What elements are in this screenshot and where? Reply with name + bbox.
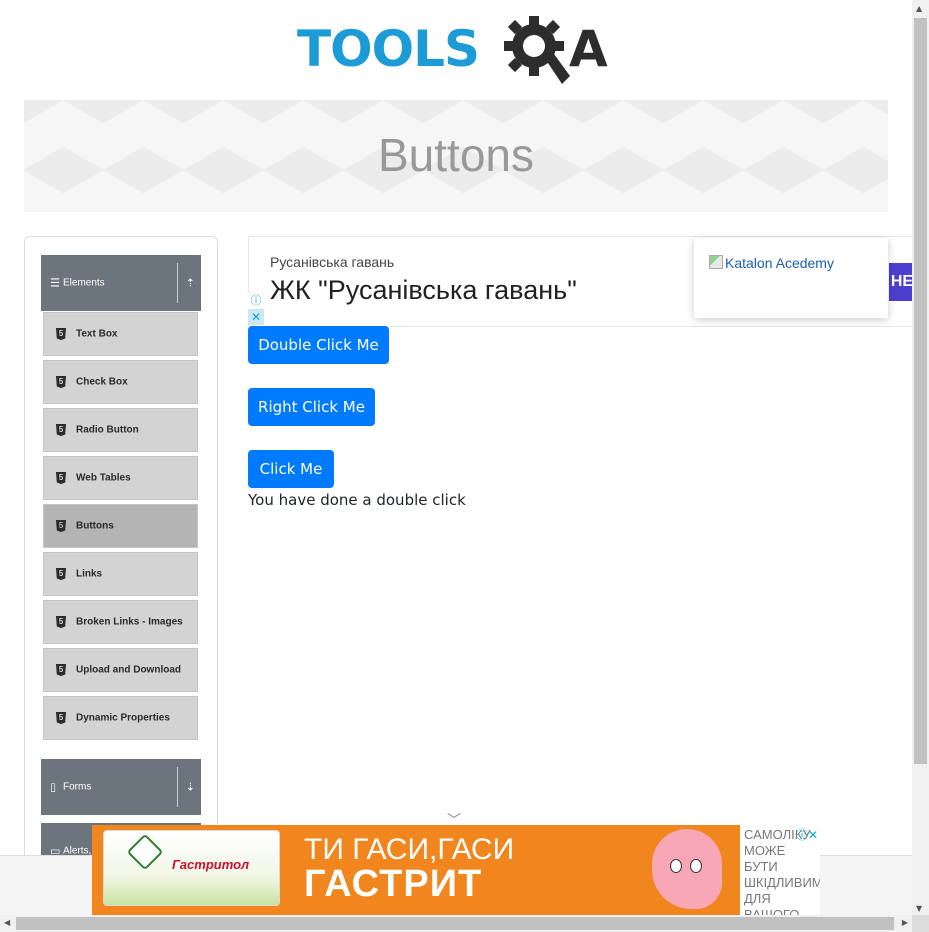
scroll-down-icon[interactable]: ▼ [916, 904, 922, 913]
sidebar-item-text-box[interactable]: 5 Text Box [43, 312, 198, 357]
product-brand: Гастритол [172, 857, 250, 872]
sidebar-item-label: Buttons [76, 520, 114, 532]
sidebar-item-dynamic-properties[interactable]: 5 Dynamic Properties [43, 696, 198, 741]
scroll-left-icon[interactable]: ◀ [4, 918, 10, 927]
sidebar-item-upload-download[interactable]: 5 Upload and Download [43, 648, 198, 693]
double-click-message: You have done a double click [248, 491, 466, 509]
product-package: Гастритол [104, 831, 279, 905]
vertical-scroll-thumb[interactable] [914, 18, 927, 764]
ad-title: ЖК "Русанівська гавань" [270, 275, 577, 305]
right-click-button[interactable]: Right Click Me [248, 388, 375, 426]
html5-icon: 5 [56, 520, 66, 532]
vertical-scrollbar[interactable]: ▲ ▼ [912, 0, 929, 915]
html5-icon: 5 [56, 616, 66, 628]
expand-arrow-icon[interactable]: ⇣ [186, 781, 195, 794]
eye-shape [690, 859, 702, 873]
sidebar-item-links[interactable]: 5 Links [43, 552, 198, 597]
html5-icon: 5 [56, 568, 66, 580]
document-icon: ▯ [50, 781, 57, 794]
group-label-forms: Forms [63, 781, 92, 793]
gear-magnifier-icon [504, 16, 570, 84]
katalon-alt-text: Katalon Acedemy [725, 255, 834, 271]
katalon-image-alt: Katalon Acedemy [709, 255, 834, 271]
stomach-character-image [652, 829, 722, 909]
html5-icon: 5 [56, 664, 66, 676]
html5-icon: 5 [56, 712, 66, 724]
divider [177, 263, 178, 303]
html5-icon: 5 [56, 376, 66, 388]
sidebar: ☰ Elements ⇡ 5 Text Box 5 Check Box 5 Ra… [24, 236, 218, 898]
scroll-right-icon[interactable]: ▶ [902, 918, 908, 927]
sidebar-item-radio-button[interactable]: 5 Radio Button [43, 408, 198, 453]
ad-subtitle: Русанівська гавань [270, 254, 395, 270]
sidebar-item-label: Links [76, 568, 103, 580]
logo-text-tools: TOOLS [297, 20, 480, 78]
sidebar-item-label: Text Box [76, 328, 118, 340]
sidebar-item-label: Broken Links - Images [76, 616, 183, 628]
advertisement-bottom[interactable]: Гастритол ТИ ГАСИ,ГАСИ ГАСТРИТ САМОЛІКУ … [92, 825, 820, 915]
ad-close-icon[interactable]: ✕ [248, 309, 264, 325]
scroll-up-icon[interactable]: ▲ [916, 4, 922, 13]
scrollbar-corner [912, 915, 929, 932]
group-header-elements[interactable]: ☰ Elements ⇡ [41, 255, 201, 311]
logo-text-a: A [569, 20, 608, 78]
hamburger-icon: ☰ [50, 277, 60, 290]
toolsqa-logo[interactable]: TOOLS A [297, 14, 622, 92]
group-header-forms[interactable]: ▯ Forms ⇣ [41, 759, 201, 815]
eye-shape [670, 859, 682, 873]
broken-image-icon [709, 255, 723, 269]
brand-badge-icon [126, 833, 164, 871]
sidebar-item-buttons[interactable]: 5 Buttons [43, 504, 198, 549]
sidebar-item-label: Radio Button [76, 424, 139, 436]
ad-slogan-line1: ТИ ГАСИ,ГАСИ [304, 833, 515, 866]
ad-close-icon[interactable]: ⓘ✕ [796, 826, 818, 843]
ad-slogan-line2: ГАСТРИТ [304, 863, 483, 905]
sidebar-item-broken-links[interactable]: 5 Broken Links - Images [43, 600, 198, 645]
ad-warning-panel: САМОЛІКУ МОЖЕ БУТИ ШКІДЛИВИМ ДЛЯ ВАШОГО … [740, 825, 820, 915]
sidebar-item-label: Web Tables [76, 472, 131, 484]
katalon-ad[interactable]: Katalon Acedemy [694, 238, 888, 318]
sidebar-item-label: Check Box [76, 376, 128, 388]
html5-icon: 5 [56, 424, 66, 436]
double-click-button[interactable]: Double Click Me [248, 326, 389, 364]
sidebar-item-label: Dynamic Properties [76, 712, 170, 724]
divider [177, 767, 178, 807]
page-title: Buttons [378, 129, 534, 181]
collapse-arrow-icon[interactable]: ⇡ [186, 277, 195, 290]
ad-info-icon[interactable]: ⓘ [248, 293, 264, 309]
sidebar-item-label: Upload and Download [76, 664, 181, 676]
sidebar-item-web-tables[interactable]: 5 Web Tables [43, 456, 198, 501]
horizontal-scrollbar[interactable]: ◀ ▶ [0, 915, 912, 932]
html5-icon: 5 [56, 472, 66, 484]
html5-icon: 5 [56, 328, 66, 340]
page-banner: Buttons [24, 100, 888, 212]
horizontal-scroll-thumb[interactable] [16, 917, 894, 930]
click-me-button[interactable]: Click Me [248, 450, 334, 488]
sidebar-item-check-box[interactable]: 5 Check Box [43, 360, 198, 405]
group-label-elements: Elements [63, 277, 105, 289]
